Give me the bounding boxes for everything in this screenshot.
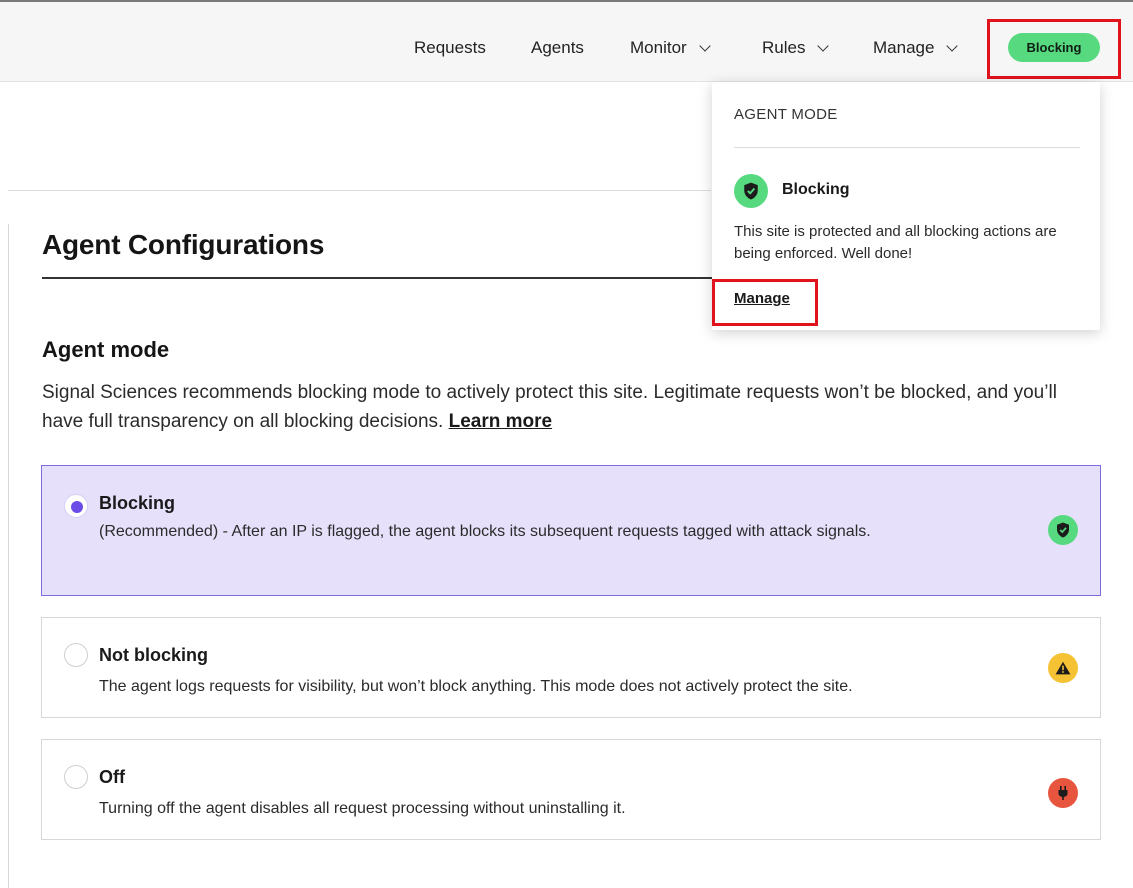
nav-agents-label: Agents	[531, 38, 584, 57]
popover-description: This site is protected and all blocking …	[734, 223, 1057, 262]
popover-heading: AGENT MODE	[734, 106, 838, 123]
nav-monitor-label: Monitor	[630, 38, 687, 57]
agent-mode-popover: AGENT MODE Blocking This site is protect…	[712, 82, 1100, 330]
option-title: Blocking	[99, 493, 176, 513]
nav-agents[interactable]: Agents	[531, 38, 584, 58]
radio-off[interactable]	[64, 765, 88, 789]
manage-link[interactable]: Manage	[734, 290, 790, 307]
divider	[8, 190, 711, 191]
shield-check-icon	[734, 174, 768, 208]
warning-icon	[1048, 653, 1078, 683]
page-title: Agent Configurations	[42, 229, 325, 260]
agent-mode-badge[interactable]: Blocking	[1008, 33, 1100, 62]
top-navigation-bar: Requests Agents Monitor Rules Manage Blo…	[0, 0, 1133, 82]
section-title: Agent mode	[42, 337, 170, 362]
popover-mode-label: Blocking	[782, 181, 850, 198]
learn-more-link[interactable]: Learn more	[449, 411, 552, 432]
divider	[8, 224, 9, 888]
chevron-down-icon	[817, 39, 830, 52]
divider	[734, 147, 1080, 148]
chevron-down-icon	[946, 39, 959, 52]
plug-icon	[1048, 778, 1078, 808]
nav-manage-label: Manage	[873, 38, 935, 57]
option-description: (Recommended) - After an IP is flagged, …	[99, 523, 871, 540]
option-title: Off	[99, 767, 125, 787]
nav-rules[interactable]: Rules	[762, 38, 830, 58]
mode-option-off[interactable]: Off Turning off the agent disables all r…	[41, 739, 1101, 840]
chevron-down-icon	[699, 39, 711, 52]
section-description: Signal Sciences recommends blocking mode…	[42, 378, 1102, 436]
nav-requests-label: Requests	[414, 38, 486, 57]
radio-blocking[interactable]	[64, 494, 88, 518]
option-description: The agent logs requests for visibility, …	[99, 678, 853, 695]
shield-check-icon	[1048, 515, 1078, 545]
nav-rules-label: Rules	[762, 38, 806, 57]
nav-manage[interactable]: Manage	[873, 38, 959, 58]
option-title: Not blocking	[99, 645, 208, 665]
divider	[42, 277, 712, 279]
nav-monitor[interactable]: Monitor	[630, 38, 711, 58]
nav-requests[interactable]: Requests	[414, 38, 486, 58]
mode-option-not-blocking[interactable]: Not blocking The agent logs requests for…	[41, 617, 1101, 718]
mode-option-blocking[interactable]: Blocking (Recommended) - After an IP is …	[41, 465, 1101, 596]
radio-not-blocking[interactable]	[64, 643, 88, 667]
option-description: Turning off the agent disables all reque…	[99, 800, 626, 817]
